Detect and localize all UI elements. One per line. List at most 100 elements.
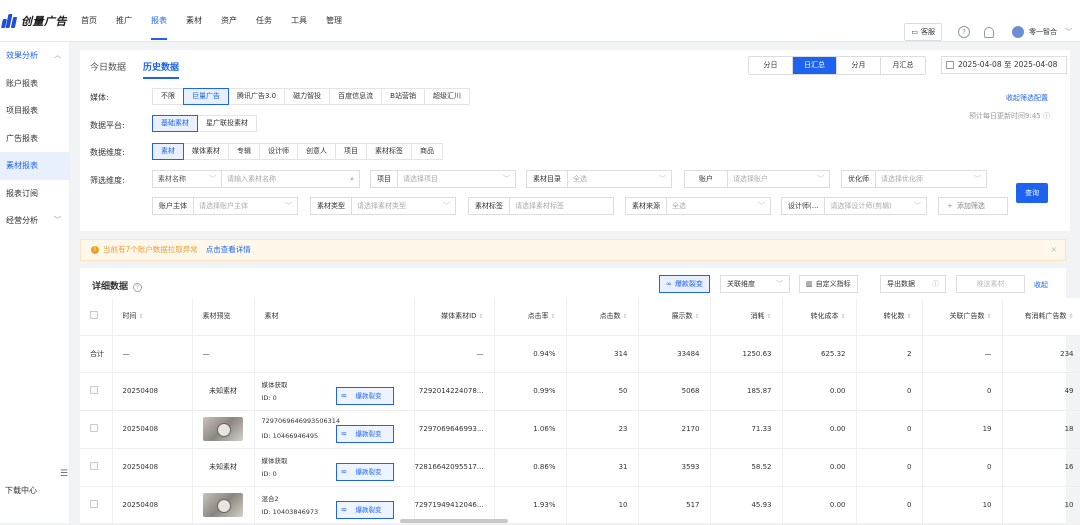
table-row[interactable]: 20250408 未知素材 媒体获取 ID: 0 ∞ 爆款裂变 7292014224078.… bbox=[80, 372, 1080, 411]
granularity-option[interactable]: 月汇总 bbox=[881, 57, 925, 74]
project-select[interactable]: 项目 请选择项目 ﹀ bbox=[370, 170, 516, 188]
query-button[interactable]: 查询 bbox=[1016, 183, 1048, 203]
add-filter-button[interactable]: + 添加筛选 bbox=[938, 197, 1008, 215]
material-name[interactable]: 媒体获取 bbox=[262, 455, 288, 465]
column-header[interactable]: 展示数 ⇕ bbox=[638, 298, 711, 336]
preview-cell[interactable] bbox=[192, 486, 255, 525]
nav-item[interactable]: 工具 bbox=[291, 0, 307, 42]
granularity-option[interactable]: 分月 bbox=[837, 57, 881, 74]
filter-chip[interactable]: 素材 bbox=[152, 143, 184, 160]
nav-item[interactable]: 推广 bbox=[116, 0, 132, 42]
sidebar-item[interactable]: 广告报表 bbox=[0, 125, 69, 153]
sort-icon[interactable]: ⇕ bbox=[477, 313, 483, 320]
sort-icon[interactable]: ⇕ bbox=[985, 313, 991, 320]
sidebar-item[interactable]: 报表订阅 bbox=[0, 180, 69, 208]
material-type-select[interactable]: 素材类型 请选择素材类型 ﹀ bbox=[310, 197, 456, 215]
filter-chip[interactable]: 素材标签 bbox=[366, 143, 412, 160]
checkbox[interactable] bbox=[90, 500, 98, 508]
designer-select[interactable]: 设计师(... 请选择设计师(剪辑) ﹀ bbox=[781, 197, 927, 215]
sort-icon[interactable]: ⇕ bbox=[1067, 313, 1073, 320]
data-tab[interactable]: 历史数据 bbox=[143, 60, 180, 79]
material-thumbnail[interactable] bbox=[203, 417, 243, 441]
sidebar-item[interactable]: 项目报表 bbox=[0, 97, 69, 125]
column-header[interactable]: 点击率 ⇕ bbox=[494, 298, 567, 336]
sidebar-group[interactable]: 经营分析 ﹀ bbox=[0, 207, 69, 235]
material-thumbnail[interactable] bbox=[203, 493, 243, 517]
viral-split-button[interactable]: ∞ 爆款裂变 bbox=[335, 500, 394, 519]
name-search-input[interactable]: 请输入素材名称 ⌕ bbox=[221, 170, 360, 188]
horizontal-scrollbar[interactable] bbox=[400, 519, 508, 523]
column-header[interactable]: 素材 bbox=[254, 298, 415, 336]
customer-service-button[interactable]: ▭ 客服 bbox=[904, 23, 942, 41]
sort-icon[interactable]: ⇕ bbox=[693, 313, 699, 320]
column-header[interactable]: 素材预览 bbox=[192, 298, 255, 336]
row-checkbox-cell[interactable] bbox=[80, 448, 113, 487]
bell-icon[interactable] bbox=[984, 26, 994, 38]
filter-chip[interactable]: 创意人 bbox=[297, 143, 336, 160]
sort-icon[interactable]: ⇕ bbox=[549, 313, 555, 320]
filter-chip[interactable]: 百度信息流 bbox=[329, 88, 383, 105]
push-material-button[interactable]: 推送素材 bbox=[956, 275, 1025, 293]
menu-icon[interactable]: ☰ bbox=[60, 469, 68, 479]
filter-chip[interactable]: 专辑 bbox=[228, 143, 260, 160]
nav-item[interactable]: 任务 bbox=[256, 0, 272, 42]
column-header[interactable]: 点击数 ⇕ bbox=[566, 298, 639, 336]
user-name[interactable]: 零一智合 bbox=[1029, 27, 1057, 37]
sidebar-group[interactable]: 效果分析 ︿ bbox=[0, 42, 69, 70]
filter-chip[interactable]: 项目 bbox=[335, 143, 367, 160]
nav-item[interactable]: 报表 bbox=[151, 0, 167, 42]
checkbox[interactable] bbox=[90, 386, 98, 394]
help-icon[interactable]: ? bbox=[958, 26, 970, 38]
viral-split-button[interactable]: ∞ 爆款裂变 bbox=[659, 275, 710, 293]
nav-item[interactable]: 素材 bbox=[186, 0, 202, 42]
sort-icon[interactable]: ⇕ bbox=[621, 313, 627, 320]
table-row[interactable]: 20250408 7297069646993506314 ID: 104669464… bbox=[80, 410, 1080, 449]
download-center-link[interactable]: 下载中心 bbox=[5, 485, 37, 496]
filter-chip[interactable]: 基础素材 bbox=[152, 115, 198, 132]
export-data-button[interactable]: 导出数据 ⓘ bbox=[880, 275, 946, 293]
material-name[interactable]: 媒体获取 bbox=[262, 379, 288, 389]
collapse-table-link[interactable]: 收起 bbox=[1034, 280, 1048, 290]
viral-split-button[interactable]: ∞ 爆款裂变 bbox=[335, 462, 394, 481]
column-header[interactable]: 消耗 ⇕ bbox=[710, 298, 783, 336]
granularity-option[interactable]: 分日 bbox=[749, 57, 793, 74]
material-name[interactable]: 混合2 bbox=[262, 493, 279, 503]
column-header[interactable]: 转化数 ⇕ bbox=[856, 298, 923, 336]
optimizer-select[interactable]: 优化师 请选择优化师 ﹀ bbox=[841, 170, 987, 188]
filter-chip[interactable]: 超级汇川 bbox=[423, 88, 470, 105]
column-header[interactable]: 媒体素材ID ⇕ bbox=[414, 298, 495, 336]
nav-item[interactable]: 资产 bbox=[221, 0, 237, 42]
custom-metrics-button[interactable]: ▥ 自定义指标 bbox=[799, 275, 858, 293]
column-header[interactable]: 时间 ⇕ bbox=[112, 298, 193, 336]
sidebar-item[interactable]: 素材报表 bbox=[0, 152, 69, 180]
close-icon[interactable]: × bbox=[1051, 240, 1057, 260]
preview-cell[interactable]: 未知素材 bbox=[192, 448, 255, 487]
checkbox[interactable] bbox=[90, 311, 98, 320]
filter-chip[interactable]: 腾讯广告3.0 bbox=[228, 88, 286, 105]
filter-chip[interactable]: 星广联投素材 bbox=[197, 115, 257, 132]
preview-cell[interactable] bbox=[192, 410, 255, 449]
checkbox[interactable] bbox=[90, 424, 98, 432]
column-header[interactable]: 有消耗广告数 ⇕ bbox=[1002, 298, 1080, 336]
column-header[interactable]: 转化成本 ⇕ bbox=[782, 298, 857, 336]
checkbox[interactable] bbox=[90, 462, 98, 470]
nav-item[interactable]: 管理 bbox=[326, 0, 342, 42]
viral-split-button[interactable]: ∞ 爆款裂变 bbox=[335, 424, 394, 443]
sidebar-item[interactable]: 账户报表 bbox=[0, 70, 69, 98]
alert-detail-link[interactable]: 点击查看详情 bbox=[206, 245, 251, 254]
collapse-filters-link[interactable]: 收起筛选配置 bbox=[1006, 93, 1048, 103]
material-tag-select[interactable]: 素材标签 请选择素材标签 bbox=[468, 197, 614, 215]
filter-chip[interactable]: 磁力智投 bbox=[284, 88, 331, 105]
material-dir-select[interactable]: 素材目录 全选 ﹀ bbox=[526, 170, 672, 188]
account-select[interactable]: 账户 请选择账户 ﹀ bbox=[684, 170, 830, 188]
filter-chip[interactable]: 设计师 bbox=[259, 143, 298, 160]
sort-icon[interactable]: ⇕ bbox=[839, 313, 845, 320]
granularity-option[interactable]: 日汇总 bbox=[793, 57, 837, 74]
name-field-select[interactable]: 素材名称 ﹀ bbox=[152, 170, 222, 188]
table-row[interactable]: 20250408 混合2 ID: 10403846973 ∞ 爆款裂变 729719494… bbox=[80, 486, 1080, 525]
viral-split-button[interactable]: ∞ 爆款裂变 bbox=[335, 386, 394, 405]
material-source-select[interactable]: 素材来源 全选 ﹀ bbox=[625, 197, 771, 215]
filter-chip[interactable]: 巨量广告 bbox=[183, 88, 229, 105]
app-logo[interactable]: 创量广告 bbox=[1, 12, 67, 30]
row-checkbox-cell[interactable] bbox=[80, 372, 113, 411]
